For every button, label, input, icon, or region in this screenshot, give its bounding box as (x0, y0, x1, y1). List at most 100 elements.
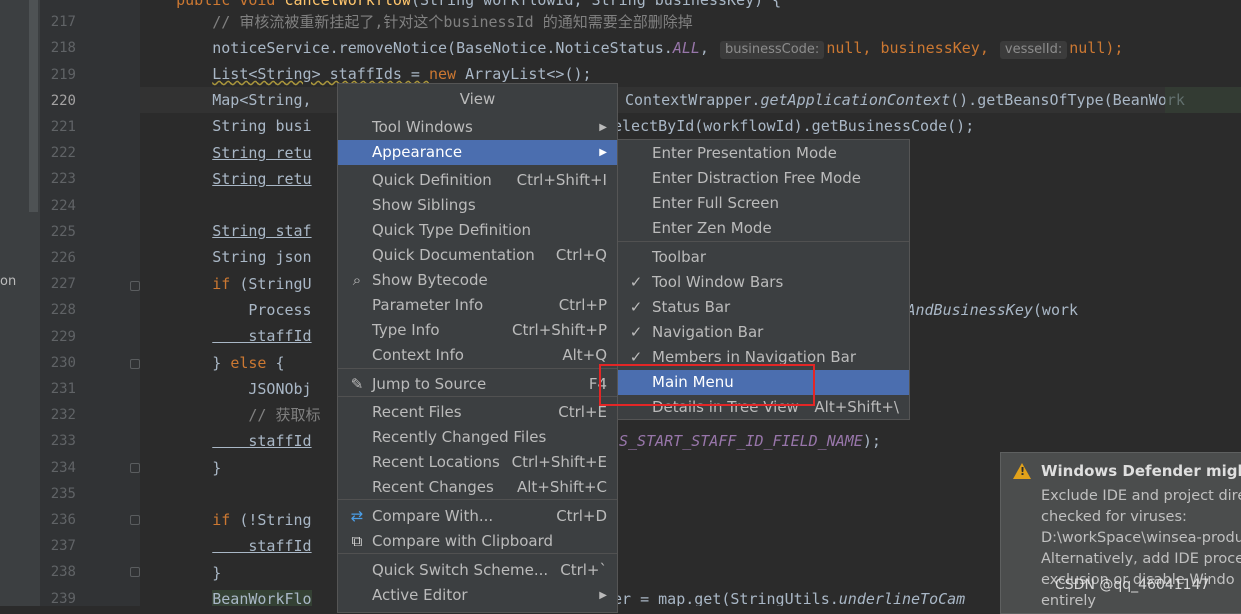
menu-item-shortcut: Ctrl+D (556, 507, 607, 525)
menu-item-label: Appearance (372, 143, 463, 161)
line-number: 230 (50, 354, 76, 371)
fold-marker-icon[interactable] (130, 567, 140, 577)
fold-marker-icon[interactable] (130, 463, 140, 473)
menu-item-label: Quick Definition (372, 171, 492, 189)
menu-item-label: Recent Locations (372, 453, 500, 471)
project-panel-scrollbar[interactable] (29, 0, 38, 212)
code-highlight (1165, 87, 1241, 113)
menu-item-recent-locations[interactable]: Recent Locations Ctrl+Shift+E (338, 450, 617, 475)
code-token: if (212, 511, 231, 529)
line-number: 227 (50, 276, 76, 293)
menu-item-label: Show Siblings (372, 196, 476, 214)
menu-item-context-info[interactable]: Context Info Alt+Q (338, 343, 617, 368)
menu-item-recent-files[interactable]: Recent Files Ctrl+E (338, 400, 617, 425)
code-token: staffId (212, 537, 312, 555)
code-line-233: staffId S_START_STAFF_ID_FIELD_NAME); (140, 428, 1241, 454)
menu-item-shortcut: Ctrl+Shift+P (512, 321, 607, 339)
fold-marker-icon[interactable] (130, 515, 140, 525)
view-menu[interactable]: View Tool Windows ▶ Appearance ▶ Quick Defin… (337, 83, 618, 613)
fold-marker-icon[interactable] (130, 281, 140, 291)
menu-item-shortcut: Alt+Shift+C (516, 478, 607, 496)
annotation-highlight-box (599, 364, 815, 406)
menu-item-label: Tool Window Bars (652, 273, 784, 291)
line-number: 217 (50, 14, 76, 31)
menu-item-label: Parameter Info (372, 296, 484, 314)
line-number: 229 (50, 328, 76, 345)
menu-item-label: Enter Zen Mode (652, 219, 772, 237)
menu-item-label: Recent Files (372, 403, 462, 421)
code-line-218: noticeService.removeNotice(BaseNotice.No… (140, 35, 1241, 61)
submenu-item-toolbar[interactable]: Toolbar (618, 245, 909, 270)
code-token: String staf (212, 222, 312, 240)
menu-item-compare-with-clipboard[interactable]: ⧉ Compare with Clipboard (338, 529, 617, 554)
menu-item-compare-with[interactable]: ⇄ Compare With... Ctrl+D (338, 504, 617, 529)
menu-item-label: Recently Changed Files (372, 428, 547, 446)
left-tool-strip: on (0, 0, 40, 606)
menu-item-type-info[interactable]: Type Info Ctrl+Shift+P (338, 318, 617, 343)
line-number: 221 (50, 119, 76, 135)
menu-item-show-bytecode[interactable]: ⌕ Show Bytecode (338, 268, 617, 293)
code-token: noticeService.removeNotice(BaseNotice.No… (212, 39, 673, 57)
code-token: } (212, 564, 222, 582)
menu-separator (618, 241, 909, 242)
compare-icon: ⇄ (350, 507, 364, 525)
submenu-item-enter-full-screen[interactable]: Enter Full Screen (618, 191, 909, 216)
code-token: electById(workflowId).getBusinessCode(); (613, 117, 975, 135)
line-number: 226 (50, 250, 76, 266)
submenu-item-status-bar[interactable]: ✓ Status Bar (618, 295, 909, 320)
code-token: staffId (212, 432, 312, 450)
menu-item-show-siblings[interactable]: Show Siblings (338, 193, 617, 218)
submenu-item-tool-window-bars[interactable]: ✓ Tool Window Bars (618, 270, 909, 295)
code-line-219: List<String> staffIds = new ArrayList<>(… (140, 61, 1241, 87)
submenu-item-enter-presentation-mode[interactable]: Enter Presentation Mode (618, 141, 909, 166)
menu-item-shortcut: Ctrl+Q (555, 246, 607, 264)
code-token: Map<String, (212, 91, 312, 109)
code-comment: // 审核流被重新挂起了,针对这个businessId 的通知需要全部删除掉 (212, 13, 693, 31)
menu-item-active-editor[interactable]: Active Editor ▶ (338, 583, 617, 608)
menu-item-recent-changes[interactable]: Recent Changes Alt+Shift+C (338, 475, 617, 500)
code-token: else (230, 354, 267, 372)
menu-item-parameter-info[interactable]: Parameter Info Ctrl+P (338, 293, 617, 318)
menu-item-label: Jump to Source (372, 375, 487, 393)
code-token: (!String (230, 511, 312, 529)
code-token: ); (862, 432, 881, 450)
menu-item-label: Compare With... (372, 507, 494, 525)
menu-item-label: Type Info (372, 321, 440, 339)
checkmark-icon: ✓ (629, 298, 643, 316)
menu-item-label: Enter Presentation Mode (652, 144, 837, 162)
code-token: null); (1069, 39, 1124, 57)
line-number: 237 (50, 538, 76, 555)
code-token: // 获取标 (212, 406, 321, 424)
submenu-item-navigation-bar[interactable]: ✓ Navigation Bar (618, 320, 909, 345)
menu-item-quick-switch-scheme[interactable]: Quick Switch Scheme... Ctrl+` (338, 558, 617, 583)
line-number: 222 (50, 145, 76, 162)
code-token: } (212, 459, 222, 477)
menu-item-jump-to-source[interactable]: ✎ Jump to Source F4 (338, 372, 617, 397)
menu-item-label: Enter Full Screen (652, 194, 780, 212)
fold-marker-icon[interactable] (130, 359, 140, 369)
menu-item-shortcut: Ctrl+` (560, 561, 607, 579)
menu-item-appearance[interactable]: Appearance ▶ (338, 140, 617, 165)
submenu-item-enter-zen-mode[interactable]: Enter Zen Mode (618, 216, 909, 241)
project-panel-text-fragment: on (0, 274, 17, 289)
line-number: 223 (50, 171, 76, 188)
code-token: String retu (212, 170, 312, 188)
menu-item-label: Recent Changes (372, 478, 494, 496)
menu-item-label: Quick Type Definition (372, 221, 532, 239)
line-number: 231 (50, 381, 76, 397)
parameter-hint: vesselId: (999, 41, 1068, 59)
line-number: 239 (50, 590, 76, 607)
code-token: } (212, 354, 231, 372)
menu-item-quick-type-definition[interactable]: Quick Type Definition (338, 218, 617, 243)
code-token: List<String> staffIds = (212, 65, 429, 83)
menu-item-label: Quick Switch Scheme... (372, 561, 549, 579)
submenu-item-enter-distraction-free-mode[interactable]: Enter Distraction Free Mode (618, 166, 909, 191)
menu-item-tool-windows[interactable]: Tool Windows ▶ (338, 115, 617, 140)
menu-item-quick-definition[interactable]: Quick Definition Ctrl+Shift+I (338, 168, 617, 193)
menu-item-recently-changed-files[interactable]: Recently Changed Files (338, 425, 617, 450)
code-token: getApplicationContext (760, 91, 951, 109)
menu-item-quick-documentation[interactable]: Quick Documentation Ctrl+Q (338, 243, 617, 268)
checkmark-icon: ✓ (629, 323, 643, 341)
code-token: Process (212, 301, 312, 319)
code-token: (StringU (230, 275, 312, 293)
